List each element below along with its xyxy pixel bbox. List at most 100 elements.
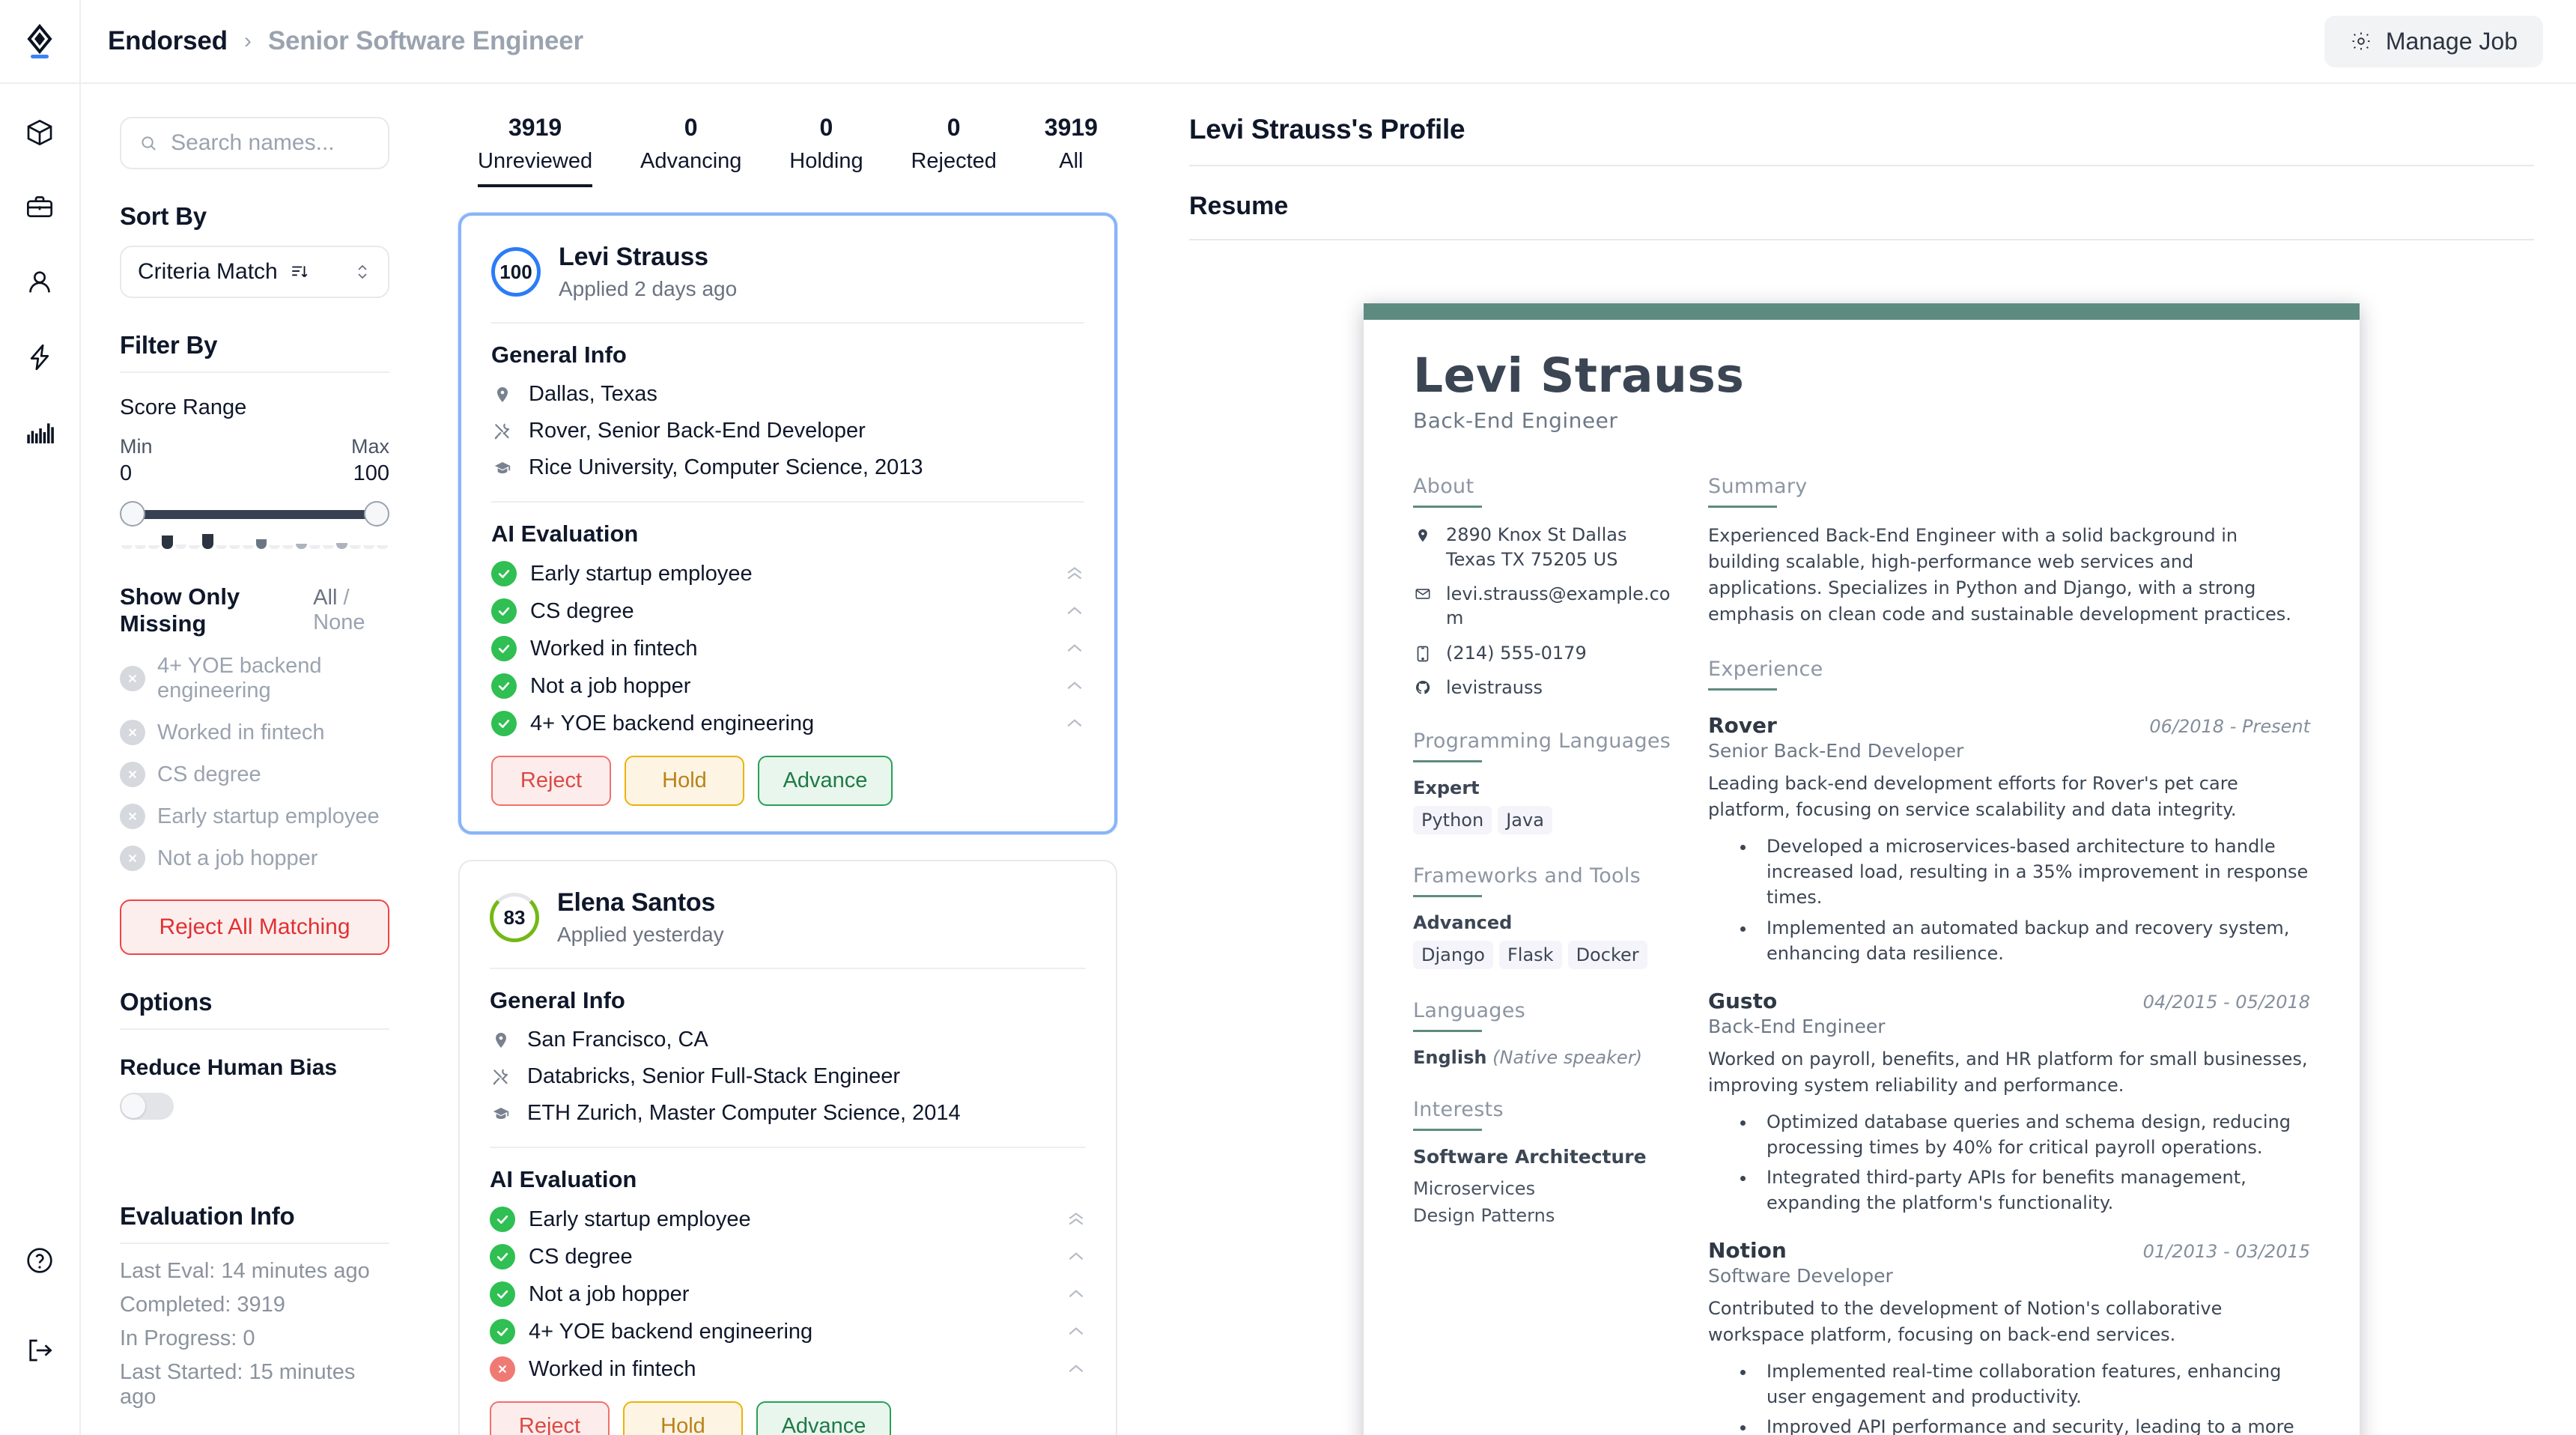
- chevron-double-up-icon[interactable]: [1065, 565, 1084, 583]
- ai-criteria-row[interactable]: 4+ YOE backend engineering: [490, 1319, 1086, 1344]
- chevron-up-icon[interactable]: [1066, 1287, 1086, 1302]
- tab-holding[interactable]: 0 Holding: [789, 114, 863, 187]
- sidebar-item-cube[interactable]: [16, 111, 64, 154]
- resume-job-entry: Rover 06/2018 - Present Senior Back-End De…: [1708, 713, 2310, 965]
- logout-button[interactable]: [16, 1329, 64, 1372]
- chevron-up-icon[interactable]: [1065, 679, 1084, 694]
- x-circle-icon: [120, 762, 145, 787]
- score-histogram: [120, 533, 389, 549]
- candidate-applied: Applied 2 days ago: [559, 277, 738, 300]
- tools-icon: [490, 1067, 512, 1087]
- missing-criteria-row[interactable]: Early startup employee: [120, 804, 389, 829]
- resume-job-bullet: Developed a microservices-based architec…: [1756, 834, 2310, 910]
- hold-button[interactable]: Hold: [623, 1401, 743, 1435]
- chevron-double-up-icon[interactable]: [1066, 1210, 1086, 1228]
- resume-job-dates: 01/2013 - 03/2015: [2142, 1241, 2310, 1263]
- advance-button[interactable]: Advance: [758, 756, 893, 806]
- candidate-location: Dallas, Texas: [491, 382, 1084, 407]
- ai-criteria-label: CS degree: [529, 1244, 633, 1269]
- select-all-link[interactable]: All: [313, 586, 337, 610]
- candidate-card[interactable]: 100 Levi Strauss Applied 2 days ago General…: [458, 213, 1117, 834]
- ai-criteria-row[interactable]: CS degree: [491, 598, 1084, 624]
- histogram-bar: [188, 545, 200, 549]
- ai-criteria-row[interactable]: Early startup employee: [491, 561, 1084, 586]
- chevron-up-icon[interactable]: [1065, 604, 1084, 619]
- slider-knob-max[interactable]: [364, 501, 389, 527]
- interest-item: Design Patterns: [1413, 1205, 1555, 1227]
- tab-unreviewed[interactable]: 3919 Unreviewed: [478, 114, 593, 187]
- sort-by-select[interactable]: Criteria Match: [120, 246, 389, 298]
- link-divider: /: [343, 586, 350, 610]
- status-tabs: 3919 Unreviewed 0 Advancing 0 Holding 0 Rejecte…: [458, 114, 1117, 187]
- breadcrumb-current[interactable]: Senior Software Engineer: [268, 26, 583, 56]
- sidebar-item-automations[interactable]: [16, 336, 64, 379]
- sidebar-item-jobs[interactable]: [16, 186, 64, 229]
- hold-button[interactable]: Hold: [625, 756, 744, 806]
- resume-language-name: English: [1413, 1047, 1487, 1069]
- advance-button[interactable]: Advance: [756, 1401, 891, 1435]
- min-value: 0: [120, 461, 133, 485]
- resume-job-summary: Leading back-end development efforts for…: [1708, 773, 2238, 821]
- filter-by-title: Filter By: [120, 331, 389, 373]
- resume-interest-items: Microservices Design Patterns: [1413, 1175, 1672, 1229]
- ai-criteria-label: 4+ YOE backend engineering: [529, 1319, 813, 1344]
- reject-button[interactable]: Reject: [491, 756, 611, 806]
- ai-criteria-row[interactable]: Worked in fintech: [490, 1356, 1086, 1382]
- chevron-up-icon[interactable]: [1065, 716, 1084, 731]
- reject-button[interactable]: Reject: [490, 1401, 610, 1435]
- evaluation-info-title: Evaluation Info: [120, 1202, 389, 1244]
- manage-job-button[interactable]: Manage Job: [2324, 15, 2543, 67]
- resume-job-company: Gusto: [1708, 988, 1778, 1013]
- chevron-up-icon[interactable]: [1065, 641, 1084, 656]
- location-pin-icon: [491, 385, 514, 404]
- tab-all[interactable]: 3919 All: [1045, 114, 1098, 187]
- ai-criteria-row[interactable]: 4+ YOE backend engineering: [491, 711, 1084, 736]
- missing-criteria-row[interactable]: Not a job hopper: [120, 846, 389, 871]
- search-field[interactable]: [120, 117, 389, 169]
- divider: [1413, 1030, 1482, 1033]
- sort-descending-icon: [291, 266, 308, 278]
- reduce-human-bias-toggle[interactable]: [120, 1093, 174, 1120]
- select-none-link[interactable]: None: [313, 610, 365, 634]
- chevron-up-icon[interactable]: [1066, 1324, 1086, 1339]
- missing-criteria-row[interactable]: CS degree: [120, 762, 389, 787]
- resume-job-summary: Contributed to the development of Notion…: [1708, 1298, 2223, 1346]
- chevron-up-icon[interactable]: [1066, 1362, 1086, 1377]
- sidebar-item-candidates[interactable]: [16, 261, 64, 304]
- ai-evaluation-title: AI Evaluation: [490, 1166, 637, 1192]
- candidate-card[interactable]: 83 Elena Santos Applied yesterday General I…: [458, 860, 1117, 1435]
- slider-track: [127, 510, 382, 519]
- ai-criteria-row[interactable]: Worked in fintech: [491, 636, 1084, 661]
- resume-language-row: English (Native speaker): [1413, 1047, 1672, 1068]
- chevron-up-icon[interactable]: [1066, 1249, 1086, 1264]
- histogram-bar: [309, 545, 321, 549]
- max-label: Max: [350, 435, 389, 458]
- app-logo[interactable]: [0, 0, 80, 84]
- score-range-slider[interactable]: [120, 501, 389, 528]
- breadcrumb-root[interactable]: Endorsed: [108, 26, 228, 56]
- tab-rejected[interactable]: 0 Rejected: [911, 114, 996, 187]
- ai-criteria-row[interactable]: Early startup employee: [490, 1207, 1086, 1232]
- resume-job-bullet: Integrated third-party APIs for benefits…: [1756, 1165, 2310, 1216]
- check-circle-icon: [490, 1207, 515, 1232]
- search-input[interactable]: [171, 130, 370, 156]
- missing-criteria-label: 4+ YOE backend engineering: [157, 654, 322, 703]
- ai-criteria-row[interactable]: CS degree: [490, 1244, 1086, 1269]
- help-button[interactable]: [16, 1239, 64, 1282]
- sidebar-item-analytics[interactable]: [16, 410, 64, 454]
- x-circle-icon: [120, 804, 145, 829]
- max-value: 100: [353, 461, 389, 485]
- reject-all-matching-button[interactable]: Reject All Matching: [120, 899, 389, 955]
- missing-criteria-row[interactable]: 4+ YOE backend engineering: [120, 654, 389, 703]
- ai-criteria-row[interactable]: Not a job hopper: [491, 673, 1084, 699]
- ai-criteria-label: Early startup employee: [530, 561, 753, 586]
- histogram-bar: [228, 545, 240, 549]
- resume-job-bullets: Optimized database queries and schema de…: [1708, 1109, 2310, 1216]
- resume-frameworks-level: Advanced: [1413, 912, 1513, 934]
- resume-job-bullet: Improved API performance and security, l…: [1756, 1414, 2310, 1435]
- ai-criteria-row[interactable]: Not a job hopper: [490, 1281, 1086, 1307]
- tab-advancing[interactable]: 0 Advancing: [640, 114, 741, 187]
- missing-criteria-row[interactable]: Worked in fintech: [120, 720, 389, 745]
- graduation-cap-icon: [491, 459, 514, 477]
- slider-knob-min[interactable]: [120, 501, 145, 527]
